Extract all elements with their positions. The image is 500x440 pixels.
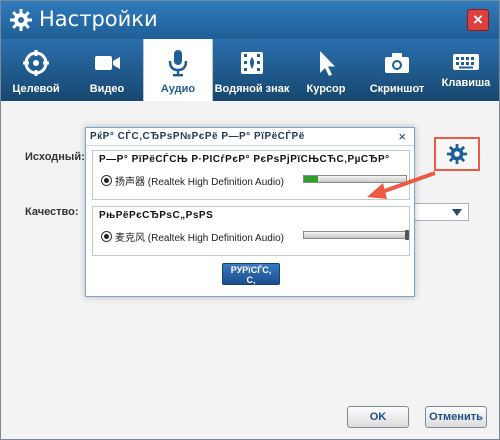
tab-label: Водяной знак <box>214 83 290 95</box>
microphone-device-label: 麦克风 (Realtek High Definition Audio) <box>115 233 284 244</box>
close-icon: × <box>473 10 483 29</box>
settings-window: Настройки × Целевой Видео Аудио Водяной … <box>0 0 500 440</box>
microphone-icon <box>168 50 188 77</box>
keyboard-icon <box>453 54 479 70</box>
source-label: Исходный: <box>25 151 85 163</box>
tab-cursor[interactable]: Курсор <box>291 39 361 101</box>
chevron-down-icon <box>452 209 462 216</box>
tab-label: Скриншот <box>369 83 425 95</box>
annotation-arrow-icon <box>367 171 436 199</box>
cursor-icon <box>320 51 335 76</box>
microphone-volume-slider[interactable] <box>303 230 409 240</box>
target-icon <box>23 50 49 76</box>
microphone-group: РњРёРєСЂРѕС„РѕРЅ 麦克风 (Realtek High Defin… <box>92 206 410 256</box>
dialog-title: РќР° СЃС‚СЂРѕР№РєРё Р—Р° РїРёСЃРё <box>90 131 305 142</box>
tab-label: Целевой <box>12 83 60 95</box>
tab-audio[interactable]: Аудио <box>143 39 213 101</box>
watermark-film-icon <box>241 52 263 74</box>
computer-sound-group-title: Р—Р° РїРёСЃСЊ Р·РІСѓРєР° РєРѕРјРїСЊСЋС‚Р… <box>99 154 390 165</box>
tab-target[interactable]: Целевой <box>1 39 71 101</box>
window-title: Настройки <box>39 7 158 31</box>
gear-icon <box>10 9 32 31</box>
tab-screenshot[interactable]: Скриншот <box>361 39 433 101</box>
cancel-button[interactable]: Отменить <box>425 406 487 428</box>
close-button[interactable]: × <box>467 9 489 31</box>
tab-bar: Целевой Видео Аудио Водяной знак Курсор … <box>1 39 499 101</box>
tab-label: Клавиша <box>441 77 491 89</box>
speaker-volume-fill <box>304 176 319 182</box>
quality-label: Качество: <box>25 206 79 218</box>
ok-button[interactable]: OK <box>347 406 409 428</box>
recording-settings-dialog: РќР° СЃС‚СЂРѕР№РєРё Р—Р° РїРёСЃРё × Р—Р°… <box>85 127 415 297</box>
slider-handle[interactable] <box>405 230 409 240</box>
tab-label: Аудио <box>160 83 196 95</box>
dialog-title-bar: РќР° СЃС‚СЂРѕР№РєРё Р—Р° РїРёСЃРё × <box>86 128 414 146</box>
dialog-apply-button[interactable]: РУРїСЃС‚ С‚ <box>222 263 280 285</box>
microphone-group-title: РњРёРєСЂРѕС„РѕРЅ <box>99 210 214 221</box>
audio-source-settings-button[interactable] <box>434 137 480 171</box>
tab-watermark[interactable]: Водяной знак <box>213 39 291 101</box>
tab-hotkey[interactable]: Клавиша <box>433 39 499 101</box>
tab-video[interactable]: Видео <box>71 39 143 101</box>
dialog-apply-label-line2: С‚ <box>246 275 256 285</box>
microphone-radio[interactable] <box>101 231 112 242</box>
camera-icon <box>385 53 409 73</box>
title-bar: Настройки × <box>1 1 499 39</box>
dialog-close-icon[interactable]: × <box>398 129 406 144</box>
dialog-apply-label-line1: РУРїСЃС‚ <box>230 265 272 275</box>
tab-label: Видео <box>89 83 125 95</box>
video-camera-icon <box>95 56 120 70</box>
speaker-radio[interactable] <box>101 175 112 186</box>
tab-label: Курсор <box>306 83 346 95</box>
quality-select[interactable] <box>413 203 469 221</box>
gear-icon <box>446 143 468 165</box>
speaker-device-label: 扬声器 (Realtek High Definition Audio) <box>115 177 284 188</box>
